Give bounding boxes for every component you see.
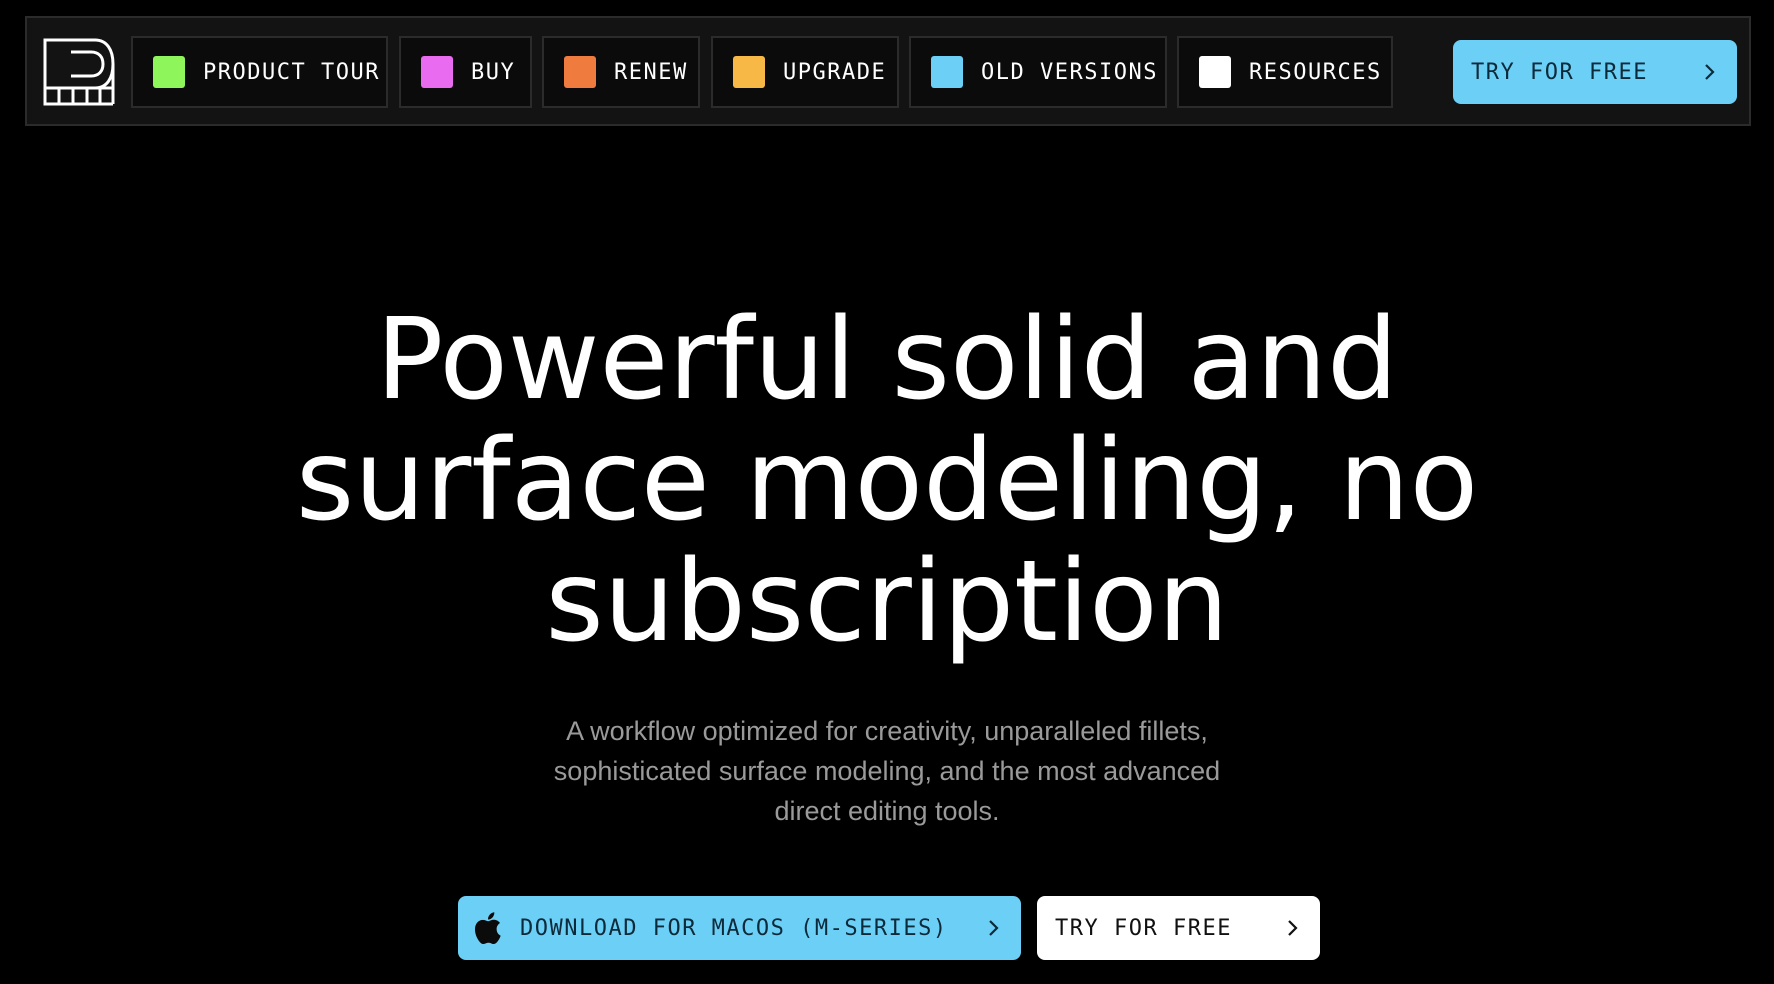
chevron-right-icon: [1703, 63, 1715, 81]
nav-item-label: BUY: [471, 59, 516, 85]
hero-subtitle: A workflow optimized for creativity, unp…: [487, 711, 1287, 831]
nav-item-resources[interactable]: RESOURCES: [1177, 36, 1393, 108]
nav-item-buy[interactable]: BUY: [399, 36, 532, 108]
try-for-free-button[interactable]: TRY FOR FREE: [1037, 896, 1320, 960]
renew-swatch-icon: [564, 56, 596, 88]
nav-try-for-free-button[interactable]: TRY FOR FREE: [1453, 40, 1737, 104]
buy-swatch-icon: [421, 56, 453, 88]
hero-subtitle-line: A workflow optimized for creativity, unp…: [566, 716, 1208, 746]
hero-subtitle-line: sophisticated surface modeling, and the …: [553, 756, 1221, 786]
top-navbar: PRODUCT TOUR BUY RENEW UPGRADE OLD VERSI…: [25, 16, 1751, 126]
product-tour-swatch-icon: [153, 56, 185, 88]
hero-title-line: surface modeling, no: [295, 416, 1479, 546]
chevron-right-icon: [1286, 919, 1298, 937]
old-versions-swatch-icon: [931, 56, 963, 88]
nav-item-old-versions[interactable]: OLD VERSIONS: [909, 36, 1167, 108]
upgrade-swatch-icon: [733, 56, 765, 88]
apple-icon: [474, 912, 502, 944]
download-macos-button[interactable]: DOWNLOAD FOR MACOS (M-SERIES): [458, 896, 1021, 960]
chevron-right-icon: [987, 919, 999, 937]
try-for-free-label: TRY FOR FREE: [1055, 915, 1232, 941]
nav-item-label: PRODUCT TOUR: [203, 59, 380, 85]
resources-swatch-icon: [1199, 56, 1231, 88]
hero-title-line: subscription: [545, 537, 1229, 667]
nav-item-label: UPGRADE: [783, 59, 887, 85]
nav-cta-label: TRY FOR FREE: [1471, 59, 1648, 85]
nav-item-label: OLD VERSIONS: [981, 59, 1158, 85]
plasticity-logo-icon[interactable]: [43, 38, 115, 106]
nav-item-label: RESOURCES: [1249, 59, 1382, 85]
nav-item-product-tour[interactable]: PRODUCT TOUR: [131, 36, 388, 108]
nav-item-upgrade[interactable]: UPGRADE: [711, 36, 899, 108]
hero-title-line: Powerful solid and: [375, 295, 1399, 425]
hero-title: Powerful solid and surface modeling, no …: [0, 300, 1774, 663]
nav-item-renew[interactable]: RENEW: [542, 36, 700, 108]
download-macos-label: DOWNLOAD FOR MACOS (M-SERIES): [520, 915, 948, 941]
nav-item-label: RENEW: [614, 59, 688, 85]
hero-subtitle-line: direct editing tools.: [774, 796, 1000, 826]
